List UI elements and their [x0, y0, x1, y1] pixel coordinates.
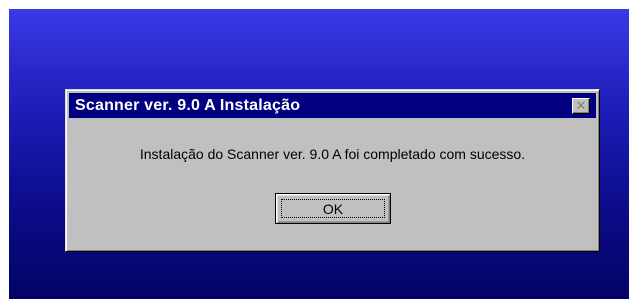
- installation-complete-dialog: Scanner ver. 9.0 A Instalação ✕ Instalaç…: [65, 89, 600, 252]
- dialog-title-bar[interactable]: Scanner ver. 9.0 A Instalação ✕: [69, 93, 596, 118]
- desktop-background: Scanner ver. 9.0 A Instalação ✕ Instalaç…: [9, 9, 629, 299]
- close-button[interactable]: ✕: [572, 98, 590, 114]
- dialog-message: Instalação do Scanner ver. 9.0 A foi com…: [139, 146, 526, 162]
- ok-button[interactable]: OK: [275, 193, 391, 224]
- screenshot-frame: Scanner ver. 9.0 A Instalação ✕ Instalaç…: [0, 0, 637, 308]
- ok-button-label: OK: [322, 200, 344, 217]
- close-icon: ✕: [575, 98, 587, 114]
- dialog-title: Scanner ver. 9.0 A Instalação: [75, 96, 301, 114]
